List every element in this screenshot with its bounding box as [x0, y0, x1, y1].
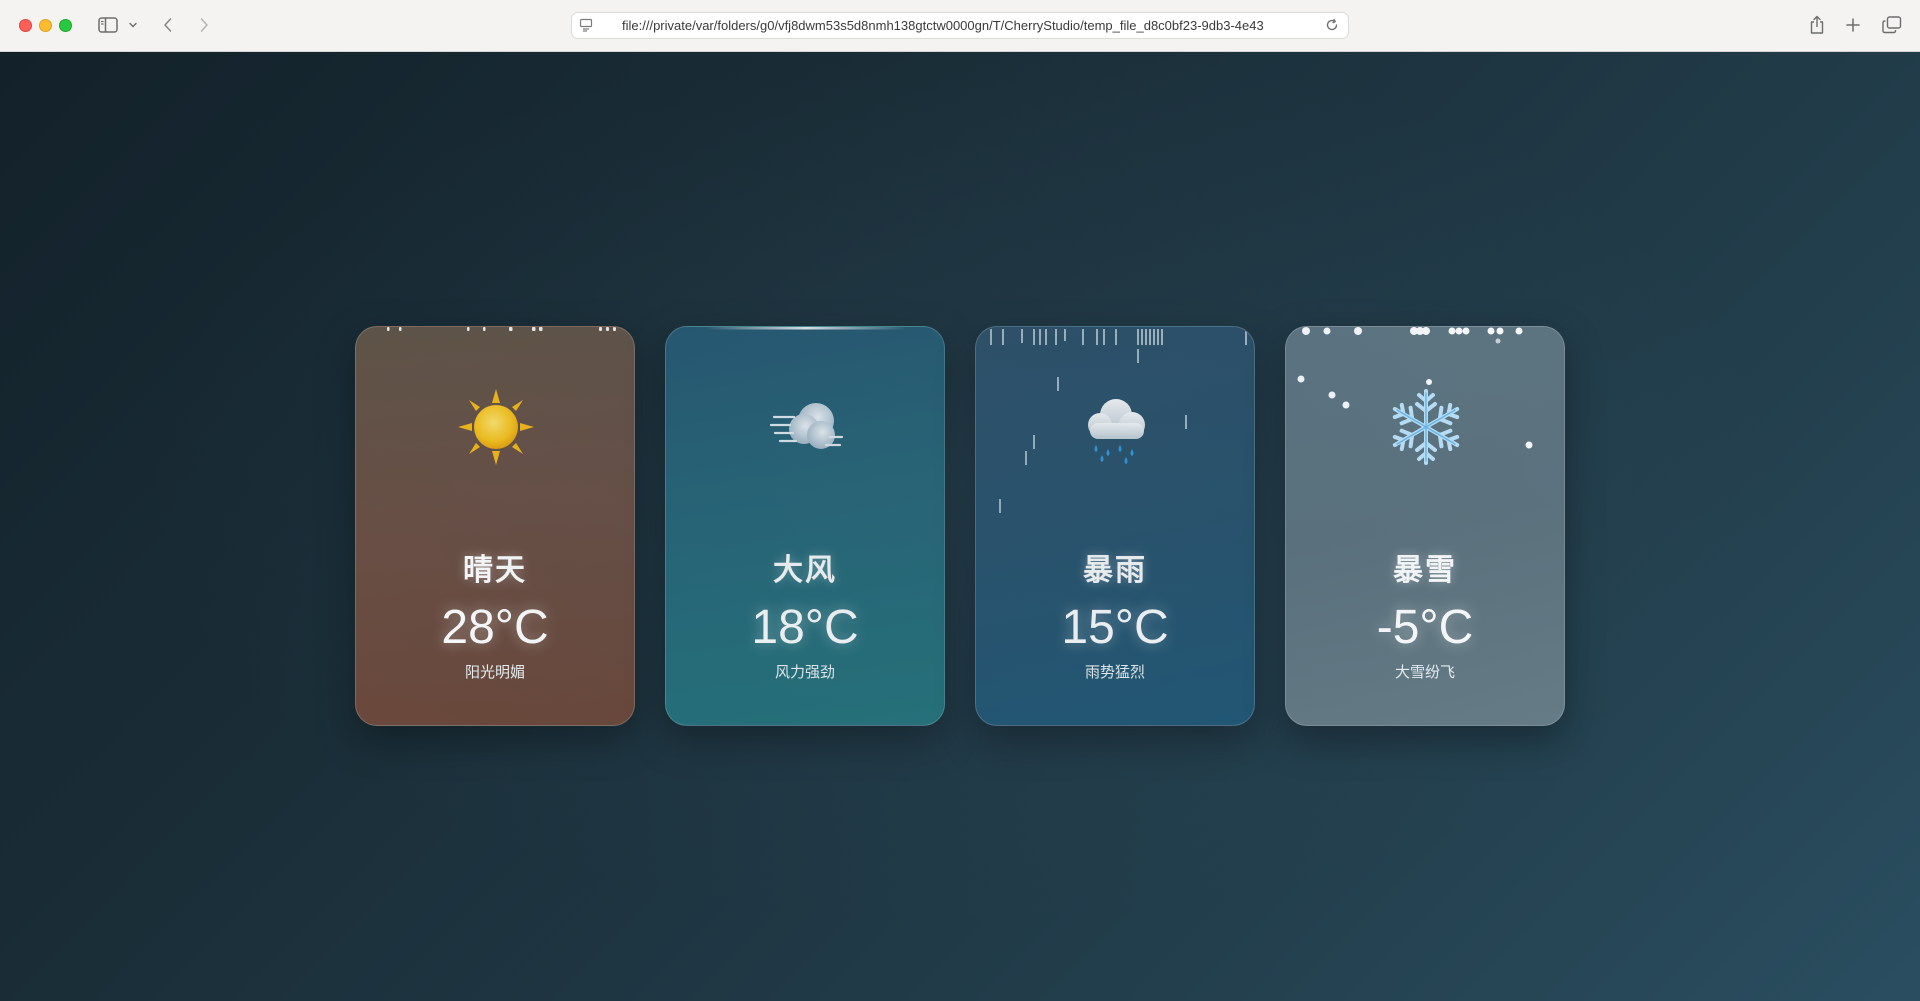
weather-title: 晴天: [463, 553, 527, 588]
snowflake-icon: [1386, 387, 1466, 467]
weather-description: 风力强劲: [774, 663, 835, 681]
minimize-window-button[interactable]: [39, 19, 52, 32]
new-tab-icon[interactable]: [1843, 14, 1863, 36]
address-bar[interactable]: file:///private/var/folders/g0/vfj8dwm53…: [571, 12, 1349, 39]
weather-description: 大雪纷飞: [1394, 663, 1455, 681]
maximize-window-button[interactable]: [59, 19, 72, 32]
page-viewport: 晴天 28°C 阳光明媚 大风 18°C 风力强劲 暴雨 15°C 雨势猛烈 暴…: [0, 52, 1920, 1001]
wind-icon: [766, 387, 846, 467]
weather-card-rain[interactable]: 暴雨 15°C 雨势猛烈: [975, 326, 1255, 726]
sidebar-icon[interactable]: [97, 14, 119, 36]
share-icon[interactable]: [1807, 14, 1827, 36]
close-window-button[interactable]: [19, 19, 32, 32]
sun-icon: [456, 387, 536, 467]
weather-temperature: 18°C: [751, 601, 859, 654]
weather-description: 阳光明媚: [464, 663, 525, 681]
weather-description: 雨势猛烈: [1084, 663, 1145, 681]
weather-title: 暴雨: [1083, 553, 1147, 588]
browser-toolbar: file:///private/var/folders/g0/vfj8dwm53…: [0, 0, 1920, 52]
rain-cloud-icon: [1076, 387, 1156, 467]
back-icon[interactable]: [160, 14, 176, 36]
reload-icon[interactable]: [1324, 16, 1340, 34]
tab-overview-icon[interactable]: [1881, 14, 1903, 36]
weather-title: 大风: [773, 553, 837, 588]
weather-card-windy[interactable]: 大风 18°C 风力强劲: [665, 326, 945, 726]
weather-title: 暴雪: [1393, 553, 1457, 588]
weather-card-snow[interactable]: 暴雪 -5°C 大雪纷飞: [1285, 326, 1565, 726]
weather-card-sunny[interactable]: 晴天 28°C 阳光明媚: [355, 326, 635, 726]
weather-temperature: 28°C: [441, 601, 549, 654]
weather-temperature: -5°C: [1376, 601, 1474, 654]
page-icon: [578, 16, 594, 34]
address-url: file:///private/var/folders/g0/vfj8dwm53…: [622, 18, 1264, 33]
forward-icon[interactable]: [196, 14, 212, 36]
chevron-down-icon[interactable]: [127, 14, 139, 36]
weather-temperature: 15°C: [1061, 601, 1169, 654]
weather-cards: 晴天 28°C 阳光明媚 大风 18°C 风力强劲 暴雨 15°C 雨势猛烈 暴…: [355, 326, 1565, 726]
